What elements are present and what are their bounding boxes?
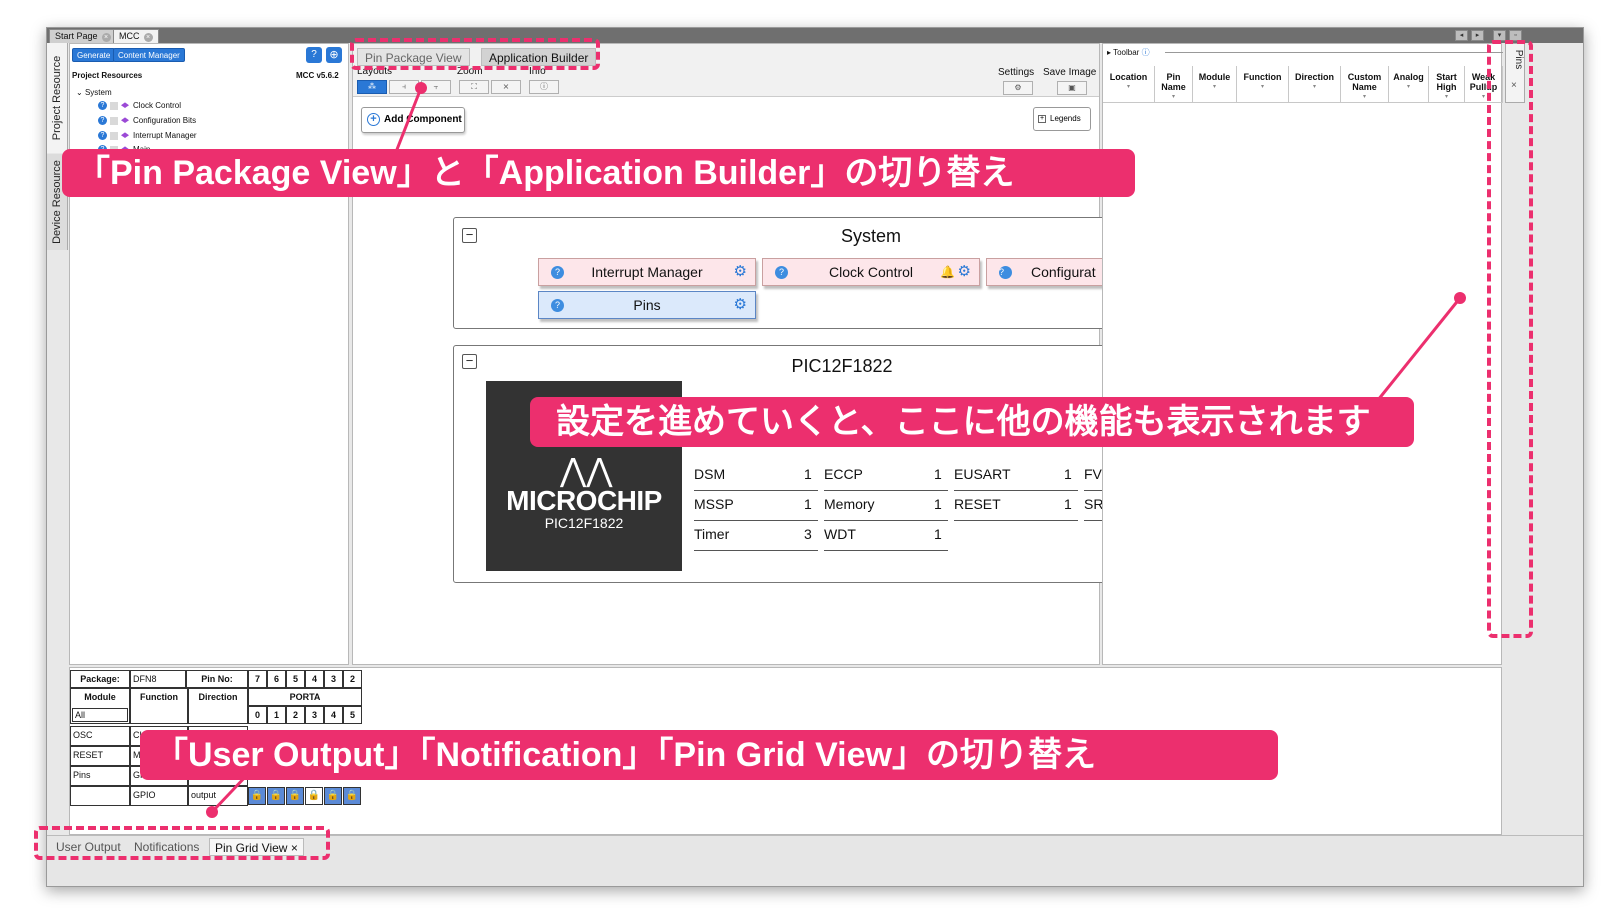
pointer-line-middle: [1376, 297, 1462, 401]
annotation-top: 「Pin Package View」と「Application Builder」…: [62, 149, 1135, 197]
pointer-line-top: [394, 87, 423, 153]
pointer-dot-top: [415, 82, 427, 94]
pointer-dot-middle: [1454, 292, 1466, 304]
pointer-dot-bottom: [206, 806, 218, 818]
annotation-bottom: 「User Output」「Notification」「Pin Grid Vie…: [140, 730, 1278, 780]
annotation-middle: 設定を進めていくと、ここに他の機能も表示されます: [530, 397, 1414, 447]
